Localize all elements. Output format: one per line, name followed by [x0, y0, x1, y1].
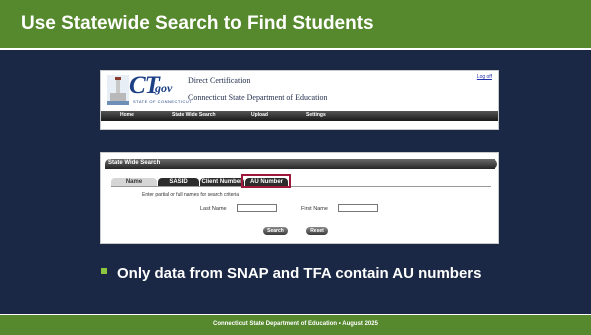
nav-bar: Home State Wide Search Upload Settings — [101, 111, 498, 121]
bullet-square-icon — [101, 268, 107, 274]
first-name-input[interactable] — [338, 204, 378, 212]
search-instructions: Enter partial or full names for search c… — [142, 192, 239, 198]
nav-state-wide-search[interactable]: State Wide Search — [172, 112, 216, 118]
tab-client-number[interactable]: Client Number — [200, 178, 244, 186]
footer-bar: Connecticut State Department of Educatio… — [0, 314, 591, 335]
title-bar: Use Statewide Search to Find Students — [0, 0, 591, 50]
panel-title: State Wide Search — [108, 160, 161, 166]
nav-settings[interactable]: Settings — [306, 112, 326, 118]
ctgov-logo: CT gov STATE OF CONNECTICUT — [107, 72, 192, 105]
logoff-link[interactable]: Log off — [477, 74, 492, 80]
slide-title: Use Statewide Search to Find Students — [21, 13, 374, 34]
tab-name[interactable]: Name — [111, 178, 157, 186]
panel-header-cap — [491, 159, 497, 169]
logo-gov-text: gov — [155, 81, 173, 95]
first-name-label: First Name — [301, 206, 328, 212]
last-name-label: Last Name — [200, 206, 227, 212]
tab-sasid[interactable]: SASID — [158, 178, 199, 186]
panel-header: State Wide Search — [105, 159, 497, 169]
last-name-input[interactable] — [237, 204, 277, 212]
nav-home[interactable]: Home — [120, 112, 134, 118]
search-panel-screenshot: State Wide Search Name SASID Client Numb… — [100, 152, 499, 244]
app-header-screenshot: CT gov STATE OF CONNECTICUT Direct Certi… — [100, 70, 499, 130]
app-department: Connecticut State Department of Educatio… — [188, 93, 328, 102]
bullet-point: Only data from SNAP and TFA contain AU n… — [117, 265, 482, 282]
reset-button[interactable]: Reset — [306, 227, 328, 235]
lighthouse-icon — [107, 75, 129, 105]
au-number-highlight-box — [241, 174, 291, 188]
nav-upload[interactable]: Upload — [251, 112, 268, 118]
footer-text: Connecticut State Department of Educatio… — [213, 321, 378, 327]
search-button[interactable]: Search — [263, 227, 288, 235]
app-name: Direct Certification — [188, 76, 251, 85]
logo-state-text: STATE OF CONNECTICUT — [133, 99, 193, 104]
tab-divider — [111, 186, 491, 187]
